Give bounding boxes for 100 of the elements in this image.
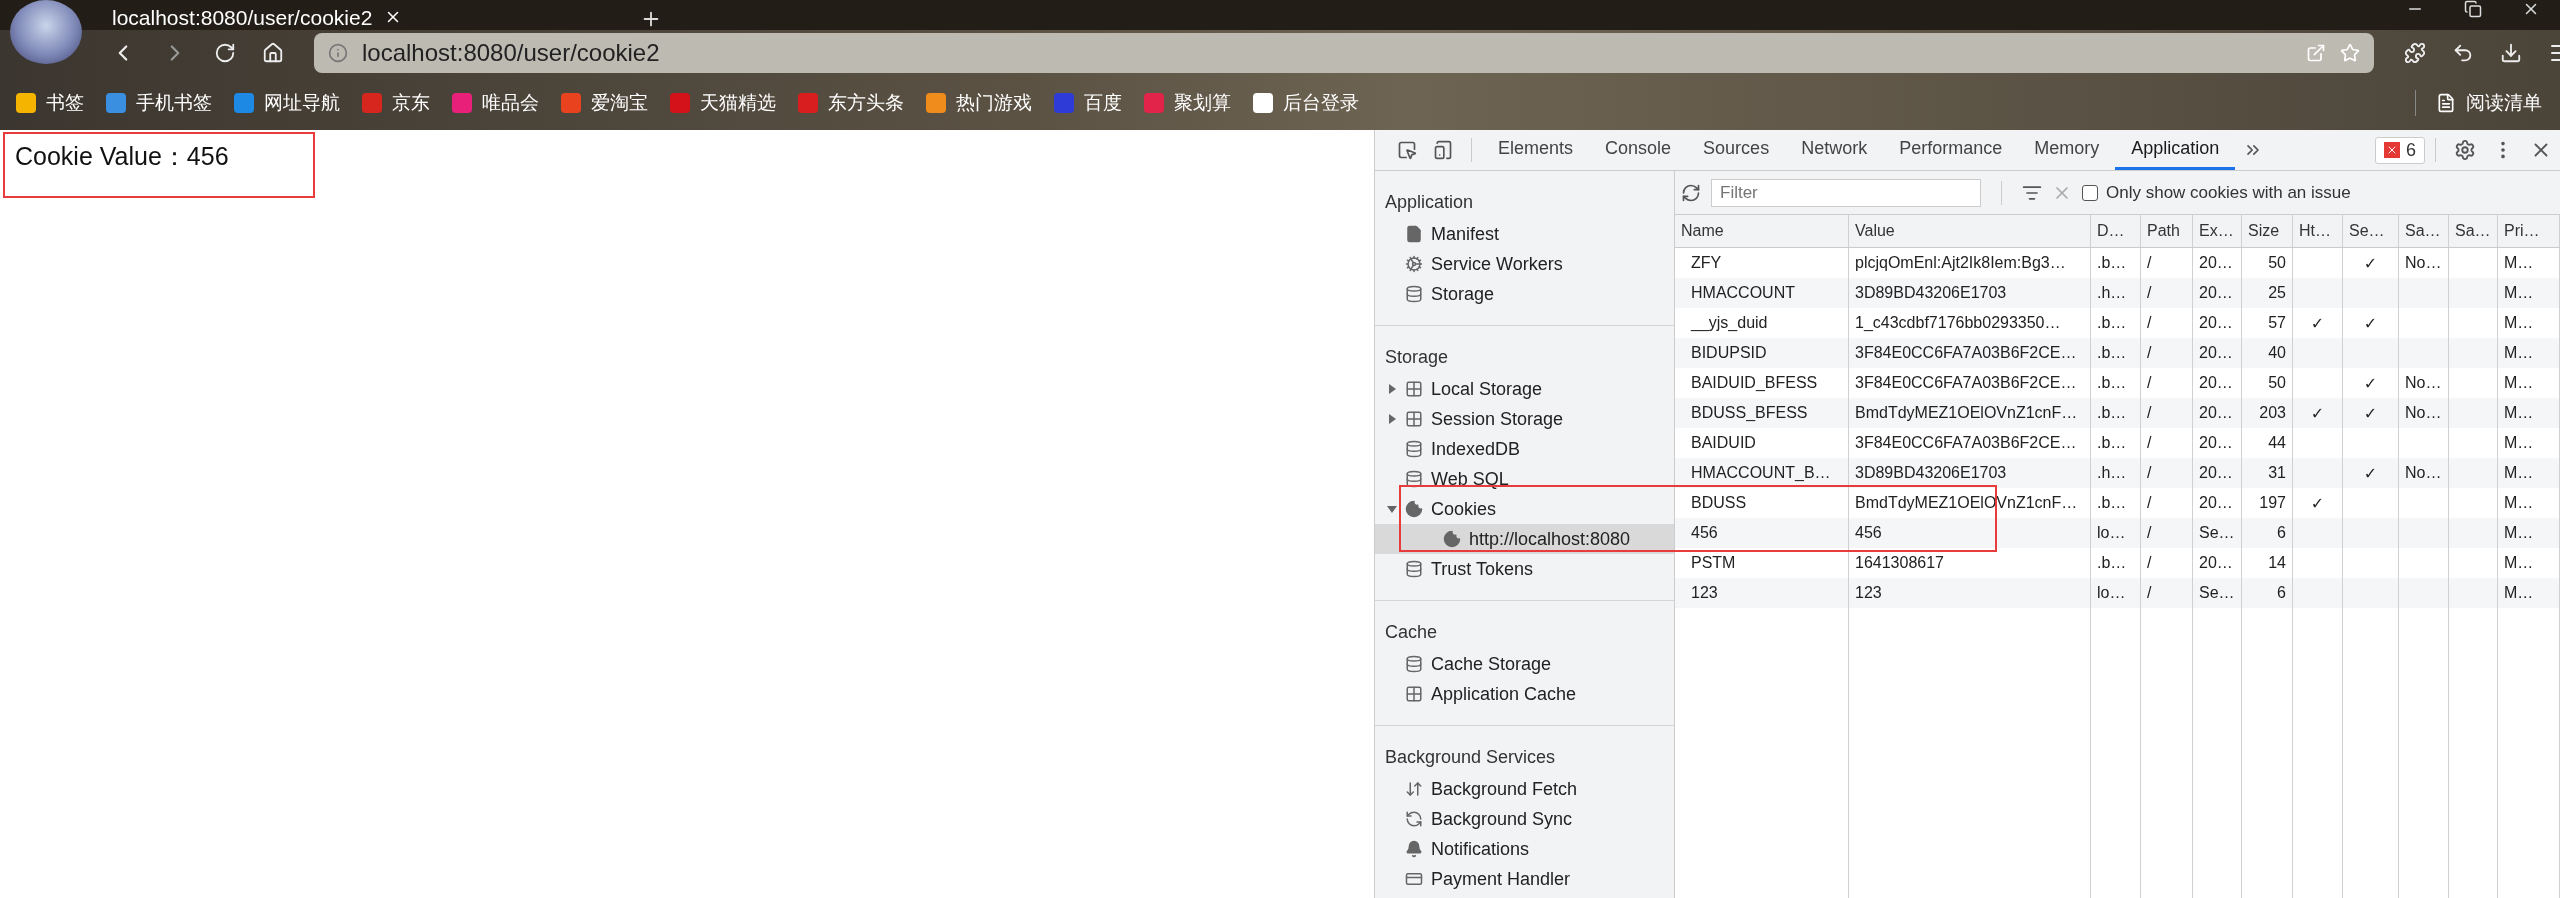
devtools-tab[interactable]: Console bbox=[1589, 130, 1688, 170]
sidebar-item[interactable]: Background Fetch bbox=[1375, 774, 1674, 804]
column-header[interactable]: D… bbox=[2091, 215, 2141, 247]
sidebar-item[interactable]: Storage bbox=[1375, 279, 1674, 309]
sidebar-item[interactable]: Payment Handler bbox=[1375, 864, 1674, 894]
table-cell: No… bbox=[2405, 254, 2442, 272]
table-cell: ✓ bbox=[2363, 313, 2378, 333]
table-cell-text: 456 bbox=[1690, 524, 1718, 542]
table-cell: No… bbox=[2405, 464, 2442, 482]
table-row[interactable]: HMACCOUNT 3D89BD43206E1703 .h… / 20… 25 M… bbox=[1675, 278, 2560, 308]
devtools-tab[interactable]: Network bbox=[1785, 130, 1884, 170]
bookmark[interactable]: 网址导航 bbox=[234, 90, 340, 116]
table-cell: 20… bbox=[2199, 284, 2233, 302]
bookmark[interactable]: 书签 bbox=[16, 90, 84, 116]
sidebar-item[interactable]: Notifications bbox=[1375, 834, 1674, 864]
table-cell: 3D89BD43206E1703 bbox=[1855, 284, 2007, 302]
table-cell: / bbox=[2147, 494, 2152, 512]
table-cell: .h… bbox=[2097, 284, 2127, 302]
bookmark[interactable]: 天猫精选 bbox=[670, 90, 776, 116]
column-header[interactable]: Value bbox=[1849, 215, 2091, 247]
table-cell: lo… bbox=[2097, 524, 2126, 542]
table-cell: M… bbox=[2504, 524, 2534, 542]
table-cell: Se… bbox=[2199, 584, 2235, 602]
table-cell: M… bbox=[2504, 404, 2534, 422]
table-cell: 20… bbox=[2199, 434, 2233, 452]
table-cell: 25 bbox=[2268, 284, 2286, 302]
section-heading: Background Services bbox=[1384, 746, 1557, 769]
table-cell-text: BAIDUID bbox=[1690, 434, 1756, 452]
column-header[interactable]: Path bbox=[2141, 215, 2193, 247]
table-cell: .b… bbox=[2097, 254, 2127, 272]
devtools-tab[interactable]: Performance bbox=[1883, 130, 2019, 170]
error-badge[interactable]: 6 bbox=[2375, 136, 2425, 164]
browser-tab[interactable]: localhost:8080/user/cookie2 bbox=[96, 4, 628, 30]
table-cell: 20… bbox=[2199, 494, 2233, 512]
bookmark[interactable]: 聚划算 bbox=[1144, 90, 1231, 116]
table-row[interactable]: 123 123 lo… / Se… 6 M… bbox=[1675, 578, 2560, 608]
devtools-tab[interactable]: Memory bbox=[2018, 130, 2116, 170]
bookmark[interactable]: 热门游戏 bbox=[926, 90, 1032, 116]
table-row[interactable]: BDUSS_BFESS BmdTdyMEZ1OElOVnZ1cnF… .b… / 20… 203 ✓ ✓ No… M… bbox=[1675, 398, 2560, 428]
devtools-tab[interactable]: Elements bbox=[1482, 130, 1590, 170]
sidebar-item[interactable]: Manifest bbox=[1375, 219, 1674, 249]
column-header[interactable]: Pri… bbox=[2498, 215, 2560, 247]
sidebar-item[interactable]: Trust Tokens bbox=[1375, 554, 1674, 584]
table-cell: M… bbox=[2504, 344, 2534, 362]
section-heading: Application bbox=[1384, 191, 1475, 214]
sidebar-item[interactable]: http://localhost:8080 bbox=[1375, 524, 1674, 554]
table-cell: 31 bbox=[2268, 464, 2286, 482]
table-cell: M… bbox=[2504, 434, 2534, 452]
table-row[interactable]: 456 456 lo… / Se… 6 M… bbox=[1675, 518, 2560, 548]
table-cell: 20… bbox=[2199, 554, 2233, 572]
devtools-tab[interactable]: Sources bbox=[1687, 130, 1786, 170]
table-cell: M… bbox=[2504, 284, 2534, 302]
bookmark[interactable]: 百度 bbox=[1054, 90, 1122, 116]
table-cell: .h… bbox=[2097, 464, 2127, 482]
table-cell: 20… bbox=[2199, 254, 2233, 272]
table-cell: ✓ bbox=[2363, 403, 2378, 423]
reading-list-button[interactable]: 阅读清单 bbox=[2415, 90, 2542, 116]
table-row[interactable]: HMACCOUNT_B… 3D89BD43206E1703 .h… / 20… 31 ✓ No… M… bbox=[1675, 458, 2560, 488]
column-header[interactable]: Size bbox=[2242, 215, 2293, 247]
bookmark[interactable]: 后台登录 bbox=[1253, 90, 1359, 116]
table-row[interactable]: BIDUPSID 3F84E0CC6FA7A03B6F2CE… .b… / 20… 40 M… bbox=[1675, 338, 2560, 368]
sidebar-item[interactable]: Service Workers bbox=[1375, 249, 1674, 279]
column-header[interactable]: Name bbox=[1675, 215, 1849, 247]
bookmark[interactable]: 手机书签 bbox=[106, 90, 212, 116]
table-cell: lo… bbox=[2097, 584, 2126, 602]
sidebar-item[interactable]: Cache Storage bbox=[1375, 649, 1674, 679]
sidebar-item[interactable]: Application Cache bbox=[1375, 679, 1674, 709]
table-cell: 57 bbox=[2268, 314, 2286, 332]
table-cell-text: __yjs_duid bbox=[1689, 314, 1768, 332]
table-cell: 20… bbox=[2199, 344, 2233, 362]
table-cell: 123 bbox=[1855, 584, 1882, 602]
table-cell: M… bbox=[2504, 314, 2534, 332]
column-header[interactable]: Se… bbox=[2343, 215, 2399, 247]
column-header[interactable]: Sa… bbox=[2449, 215, 2498, 247]
sidebar-item[interactable]: IndexedDB bbox=[1375, 434, 1674, 464]
table-cell: ✓ bbox=[2363, 373, 2378, 393]
table-cell: 1_c43cdbf7176bb0293350… bbox=[1855, 314, 2061, 332]
bookmark[interactable]: 爱淘宝 bbox=[561, 90, 648, 116]
table-cell: 203 bbox=[2259, 404, 2286, 422]
sidebar-item[interactable]: Cookies bbox=[1375, 494, 1674, 524]
table-cell: 50 bbox=[2268, 254, 2286, 272]
sidebar-item[interactable]: Background Sync bbox=[1375, 804, 1674, 834]
address-bar[interactable]: localhost:8080/user/cookie2 bbox=[314, 33, 2374, 73]
sidebar-item[interactable]: Local Storage bbox=[1375, 374, 1674, 404]
filter-field[interactable]: Filter bbox=[1711, 178, 1981, 207]
column-header[interactable]: Ht… bbox=[2293, 215, 2343, 247]
table-cell-text: ZFY bbox=[1690, 254, 1722, 272]
bookmark[interactable]: 东方头条 bbox=[798, 90, 904, 116]
table-cell: / bbox=[2147, 404, 2152, 422]
sidebar-item[interactable]: Web SQL bbox=[1375, 464, 1674, 494]
table-cell: .b… bbox=[2097, 494, 2127, 512]
table-cell: 3F84E0CC6FA7A03B6F2CE… bbox=[1855, 374, 2077, 392]
table-cell: M… bbox=[2504, 374, 2534, 392]
bookmark[interactable]: 京东 bbox=[362, 90, 430, 116]
table-cell: / bbox=[2147, 344, 2152, 362]
column-header[interactable]: Sa… bbox=[2399, 215, 2449, 247]
sidebar-item[interactable]: Session Storage bbox=[1375, 404, 1674, 434]
bookmark[interactable]: 唯品会 bbox=[452, 90, 539, 116]
column-header[interactable]: Ex… bbox=[2193, 215, 2242, 247]
table-cell: BmdTdyMEZ1OElOVnZ1cnF… bbox=[1855, 404, 2078, 422]
